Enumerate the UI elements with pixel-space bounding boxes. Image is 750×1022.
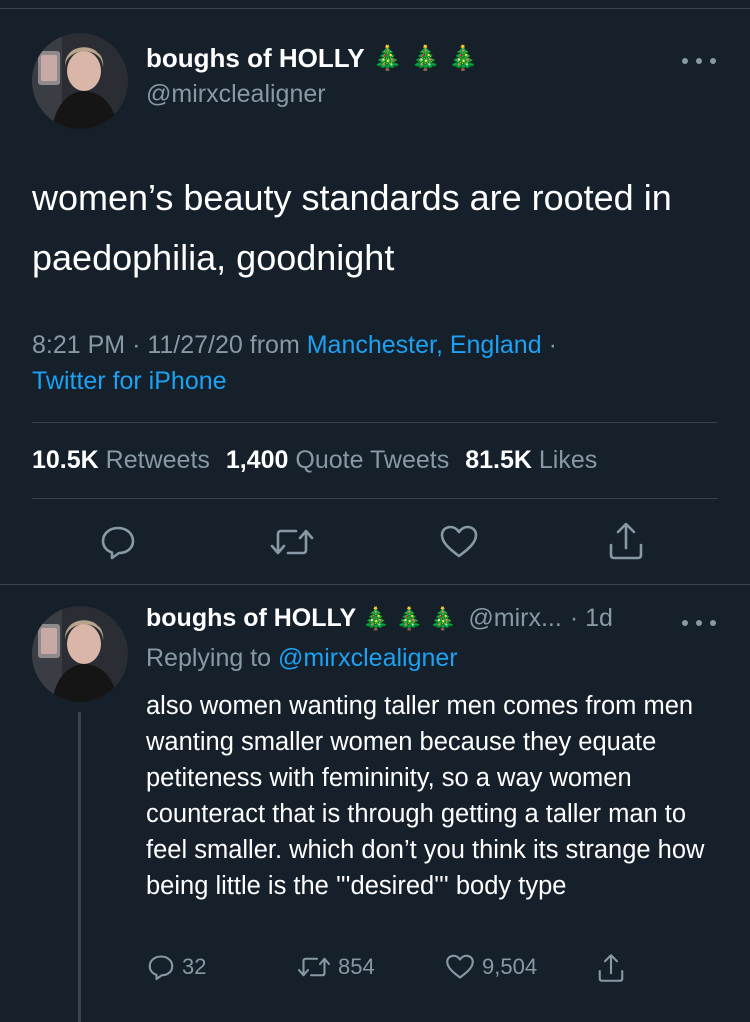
heart-icon (440, 525, 478, 558)
quotes-stat[interactable]: 1,400 Quote Tweets (226, 446, 449, 474)
share-button[interactable] (606, 520, 646, 562)
reply-icon (101, 526, 135, 560)
retweet-icon (270, 529, 314, 555)
reply-button[interactable] (98, 522, 138, 562)
replying-to-handle[interactable]: @mirxclealigner (278, 644, 458, 672)
like-button[interactable]: 9,504 (444, 952, 537, 982)
retweet-button[interactable] (268, 522, 316, 562)
likes-label: Likes (538, 446, 598, 474)
divider (32, 498, 718, 499)
replying-to: Replying to @mirxclealigner (146, 644, 458, 673)
retweet-button[interactable]: 854 (296, 952, 375, 982)
avatar-photo (32, 33, 128, 129)
share-icon (598, 954, 624, 982)
christmas-tree-emoji: 🎄 (410, 44, 441, 72)
tweet-date[interactable]: 11/27/20 (147, 331, 242, 359)
meta-separator: · (132, 331, 141, 359)
reply-icon (148, 955, 174, 981)
tweet-text: women’s beauty standards are rooted in p… (32, 177, 672, 278)
share-icon (609, 522, 643, 560)
heart-icon (446, 954, 474, 979)
location-link[interactable]: Manchester, England (307, 331, 542, 359)
avatar[interactable] (32, 606, 128, 702)
retweet-count: 854 (338, 954, 375, 979)
author-display-name[interactable]: boughs of HOLLY (146, 43, 365, 74)
christmas-tree-emoji: 🎄 (448, 44, 479, 72)
thread-line (78, 712, 81, 1022)
tweet-time[interactable]: 8:21 PM (32, 331, 125, 359)
from-label: from (249, 331, 300, 359)
avatar[interactable] (32, 33, 128, 129)
reply-author-handle[interactable]: @mirx... (468, 604, 561, 633)
like-button[interactable] (438, 522, 480, 562)
avatar-photo (32, 606, 128, 702)
reply-text: also women wanting taller men comes from… (146, 692, 705, 900)
christmas-tree-emoji: 🎄 (428, 605, 457, 631)
christmas-tree-emoji: 🎄 (395, 605, 423, 631)
meta-separator: · (548, 331, 557, 359)
replying-to-label: Replying to (146, 644, 272, 672)
reply-author-row: boughs of HOLLY 🎄 🎄 🎄 @mirx... · 1d (146, 604, 613, 633)
divider (0, 584, 750, 585)
quotes-count: 1,400 (225, 446, 289, 474)
retweets-label: Retweets (105, 446, 210, 474)
engagement-stats: 10.5K Retweets 1,400 Quote Tweets 81.5K Li… (32, 446, 597, 475)
reply-button[interactable]: 32 (146, 952, 206, 982)
reply-count: 32 (182, 954, 207, 979)
like-count: 9,504 (482, 954, 538, 979)
retweets-count: 10.5K (32, 446, 99, 474)
tweet-meta: 8:21 PM · 11/27/20 from Manchester, Engl… (32, 331, 557, 360)
retweets-stat[interactable]: 10.5K Retweets (32, 446, 210, 474)
top-divider (0, 8, 750, 9)
likes-count: 81.5K (465, 446, 532, 474)
tweet-client-row: Twitter for iPhone (32, 367, 227, 396)
reply-age[interactable]: · 1d (570, 604, 613, 633)
likes-stat[interactable]: 81.5K Likes (465, 446, 597, 474)
retweet-icon (297, 957, 331, 977)
divider (32, 422, 718, 423)
reply-author-display-name[interactable]: boughs of HOLLY (146, 604, 356, 633)
more-options-icon[interactable] (682, 56, 716, 66)
christmas-tree-emoji: 🎄 (372, 44, 403, 72)
quotes-label: Quote Tweets (295, 446, 450, 474)
more-options-icon[interactable] (682, 618, 716, 628)
author-handle[interactable]: @mirxclealigner (146, 80, 326, 109)
christmas-tree-emoji: 🎄 (362, 605, 390, 631)
share-button[interactable] (596, 952, 626, 984)
client-link[interactable]: Twitter for iPhone (32, 367, 227, 395)
author-name-row: boughs of HOLLY 🎄 🎄 🎄 (146, 43, 478, 74)
